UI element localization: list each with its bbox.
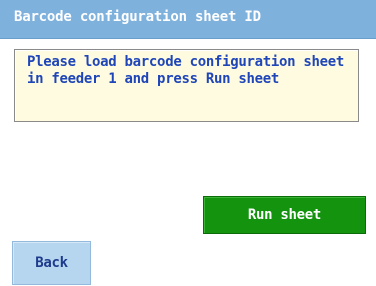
page-title: Barcode configuration sheet ID [14, 9, 261, 25]
instruction-message: Please load barcode configuration sheet … [27, 54, 345, 87]
run-sheet-button-label: Run sheet [247, 207, 322, 223]
run-sheet-button[interactable]: Run sheet [203, 196, 366, 234]
back-button-label: Back [35, 255, 68, 271]
dialog-screen: Barcode configuration sheet ID Please lo… [0, 0, 376, 286]
back-button[interactable]: Back [12, 241, 91, 285]
instruction-message-box: Please load barcode configuration sheet … [14, 49, 359, 122]
title-bar: Barcode configuration sheet ID [0, 0, 376, 39]
